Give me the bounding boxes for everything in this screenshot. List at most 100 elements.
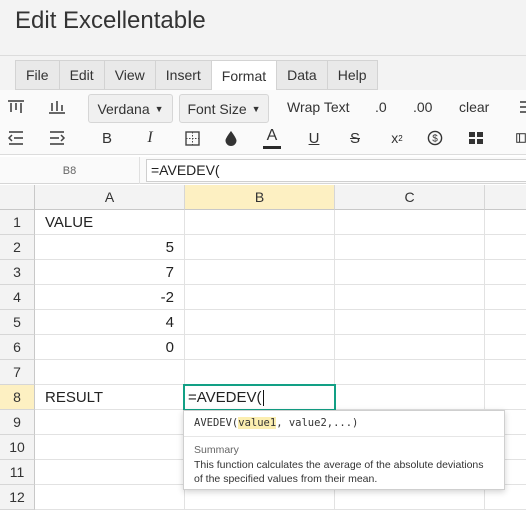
row-header-5[interactable]: 5 [0, 310, 35, 335]
cell-a10[interactable] [35, 435, 185, 460]
cell-b4[interactable] [185, 285, 335, 310]
tab-file[interactable]: File [15, 60, 59, 90]
font-color-swatch [263, 146, 281, 149]
row-header-10[interactable]: 10 [0, 435, 35, 460]
cell-b8-editor[interactable]: =AVEDEV( [183, 384, 336, 411]
cell-b1[interactable] [185, 210, 335, 235]
row-header-2[interactable]: 2 [0, 235, 35, 260]
currency-icon[interactable]: $ [425, 127, 445, 149]
cell-a2[interactable]: 5 [35, 235, 185, 260]
cell-a8[interactable]: RESULT [35, 385, 185, 410]
cell-d5[interactable] [485, 310, 526, 335]
column-header-d[interactable] [485, 185, 526, 210]
page-title: Edit Excellentable [15, 7, 206, 34]
cell-d6[interactable] [485, 335, 526, 360]
cell-c3[interactable] [335, 260, 485, 285]
function-current-arg: value1 [238, 417, 277, 429]
row-header-4[interactable]: 4 [0, 285, 35, 310]
superscript-button[interactable]: x2 [386, 127, 408, 149]
svg-text:$: $ [432, 134, 438, 145]
text-caret [262, 389, 264, 406]
cell-b2[interactable] [185, 235, 335, 260]
tab-insert[interactable]: Insert [154, 60, 211, 90]
increase-decimals-button[interactable]: .00 [413, 99, 432, 115]
cell-a5[interactable]: 4 [35, 310, 185, 335]
cell-b8-text: =AVEDEV( [188, 389, 262, 406]
format-toolbar: Verdana ▼ Font Size ▼ Wrap Text .0 .00 c… [0, 90, 526, 155]
font-size-select[interactable]: Font Size ▼ [179, 94, 269, 123]
cell-c8[interactable] [335, 385, 485, 410]
function-name: AVEDEV( [194, 417, 239, 429]
cell-d4[interactable] [485, 285, 526, 310]
font-color-label: A [266, 127, 278, 144]
row-header-3[interactable]: 3 [0, 260, 35, 285]
cell-c5[interactable] [335, 310, 485, 335]
chevron-down-icon: ▼ [251, 103, 261, 114]
tab-format[interactable]: Format [210, 60, 277, 91]
title-bar: Edit Excellentable [0, 0, 526, 56]
cell-b6[interactable] [185, 335, 335, 360]
cell-d8[interactable] [485, 385, 526, 410]
font-color-button[interactable]: A [262, 125, 282, 151]
row-header-8[interactable]: 8 [0, 385, 35, 410]
indent-decrease-icon[interactable] [5, 127, 27, 149]
align-top-icon[interactable] [5, 96, 27, 118]
merge-cells-icon[interactable] [465, 127, 487, 149]
row-header-1[interactable]: 1 [0, 210, 35, 235]
cell-reference[interactable]: B8 [0, 157, 140, 184]
cell-d7[interactable] [485, 360, 526, 385]
cell-c2[interactable] [335, 235, 485, 260]
borders-icon[interactable] [182, 127, 202, 149]
tab-view[interactable]: View [103, 60, 155, 90]
cell-a4[interactable]: -2 [35, 285, 185, 310]
cell-a3[interactable]: 7 [35, 260, 185, 285]
formula-input[interactable]: =AVEDEV( [146, 159, 526, 182]
cell-c4[interactable] [335, 285, 485, 310]
wrap-text-button[interactable]: Wrap Text [287, 99, 350, 115]
cell-c7[interactable] [335, 360, 485, 385]
tab-edit[interactable]: Edit [58, 60, 104, 90]
row-header-12[interactable]: 12 [0, 485, 35, 510]
tab-help[interactable]: Help [326, 60, 378, 90]
bold-button[interactable]: B [97, 127, 117, 149]
table-icon[interactable] [516, 129, 526, 147]
column-header-c[interactable]: C [335, 185, 485, 210]
italic-button[interactable]: I [140, 127, 160, 149]
row-header-11[interactable]: 11 [0, 460, 35, 485]
cell-b5[interactable] [185, 310, 335, 335]
cell-c1[interactable] [335, 210, 485, 235]
fill-color-icon[interactable] [221, 127, 241, 149]
align-bottom-icon[interactable] [46, 96, 68, 118]
cell-a6[interactable]: 0 [35, 335, 185, 360]
cell-b3[interactable] [185, 260, 335, 285]
indent-increase-icon[interactable] [46, 127, 68, 149]
row-header-7[interactable]: 7 [0, 360, 35, 385]
font-family-value: Verdana [97, 100, 150, 117]
align-left-icon[interactable] [514, 98, 526, 116]
font-family-select[interactable]: Verdana ▼ [88, 94, 173, 123]
function-signature: AVEDEV(value1, value2,...) [184, 411, 504, 437]
cell-d3[interactable] [485, 260, 526, 285]
cell-a7[interactable] [35, 360, 185, 385]
decrease-decimals-button[interactable]: .0 [375, 99, 387, 115]
cell-d2[interactable] [485, 235, 526, 260]
cell-c6[interactable] [335, 335, 485, 360]
row-header-6[interactable]: 6 [0, 335, 35, 360]
select-all-corner[interactable] [0, 185, 35, 210]
tab-data[interactable]: Data [276, 60, 327, 90]
superscript-mark: 2 [398, 133, 403, 143]
column-header-a[interactable]: A [35, 185, 185, 210]
function-other-args: , value2,...) [276, 417, 359, 429]
cell-b7[interactable] [185, 360, 335, 385]
strikethrough-button[interactable]: S [345, 127, 365, 149]
cell-a1[interactable]: VALUE [35, 210, 185, 235]
cell-a9[interactable] [35, 410, 185, 435]
underline-button[interactable]: U [304, 127, 324, 149]
cell-a11[interactable] [35, 460, 185, 485]
cell-a12[interactable] [35, 485, 185, 510]
summary-text: This function calculates the average of … [194, 459, 484, 485]
cell-d1[interactable] [485, 210, 526, 235]
clear-format-button[interactable]: clear [459, 99, 489, 115]
column-header-b[interactable]: B [185, 185, 335, 210]
row-header-9[interactable]: 9 [0, 410, 35, 435]
